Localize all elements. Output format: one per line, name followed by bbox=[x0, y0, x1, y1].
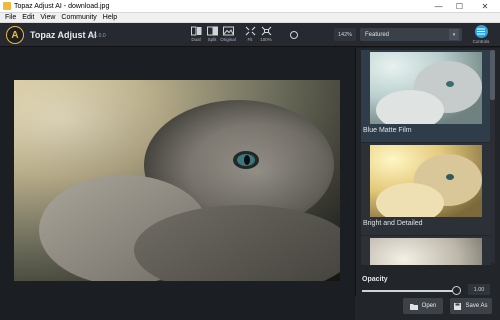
folder-icon bbox=[409, 303, 418, 310]
dual-view-icon bbox=[190, 26, 201, 36]
menu-edit[interactable]: Edit bbox=[19, 13, 37, 23]
window-title: Topaz Adjust AI - download.jpg bbox=[14, 2, 110, 10]
actual-size-button[interactable]: 100% bbox=[256, 25, 276, 45]
menu-community[interactable]: Community bbox=[58, 13, 99, 23]
open-button-label: Open bbox=[421, 303, 437, 309]
preset-category-value: Featured bbox=[365, 31, 390, 38]
cat-photo-image bbox=[14, 80, 340, 281]
controls-icon bbox=[474, 25, 488, 38]
controls-label: Controls bbox=[472, 39, 490, 44]
presets-list: Blue Matte Film Bright and Detailed bbox=[361, 50, 491, 265]
fit-label: Fit bbox=[247, 37, 253, 42]
scrollbar-thumb[interactable] bbox=[490, 50, 495, 100]
app-version: v1.0.0 bbox=[92, 33, 106, 39]
original-view-label: Original bbox=[220, 37, 236, 42]
app-name: Topaz Adjust AI bbox=[30, 30, 97, 40]
actual-size-icon bbox=[261, 26, 271, 36]
photo-preview[interactable] bbox=[14, 80, 340, 281]
preset-card[interactable] bbox=[361, 236, 491, 265]
preset-card[interactable]: Bright and Detailed bbox=[361, 143, 491, 235]
preset-thumbnail bbox=[370, 145, 482, 217]
preset-thumbnail bbox=[370, 52, 482, 124]
open-button[interactable]: Open bbox=[403, 298, 443, 314]
save-as-button-label: Save As bbox=[465, 303, 488, 309]
preset-name: Bright and Detailed bbox=[363, 220, 423, 227]
close-button[interactable]: ✕ bbox=[470, 0, 500, 13]
menu-file[interactable]: File bbox=[2, 13, 19, 23]
maximize-button[interactable]: ☐ bbox=[449, 0, 470, 13]
opacity-slider[interactable] bbox=[362, 290, 454, 292]
topaz-logo-icon: A bbox=[6, 26, 24, 44]
window-controls: — ☐ ✕ bbox=[428, 0, 500, 13]
presets-scrollbar[interactable] bbox=[490, 50, 495, 263]
preset-name: Blue Matte Film bbox=[363, 127, 412, 134]
zoom-slider-handle[interactable] bbox=[290, 31, 298, 39]
actual-size-label: 100% bbox=[260, 37, 272, 42]
app-window-icon bbox=[3, 2, 11, 10]
save-icon bbox=[454, 302, 462, 310]
fit-screen-icon bbox=[245, 26, 255, 36]
original-view-button[interactable]: Original bbox=[218, 25, 238, 45]
opacity-value-input[interactable]: 1.00 bbox=[468, 284, 490, 295]
opacity-label: Opacity bbox=[362, 276, 388, 283]
preset-category-dropdown[interactable]: Featured ▾ bbox=[360, 28, 462, 41]
menu-help[interactable]: Help bbox=[100, 13, 120, 23]
opacity-slider-handle[interactable] bbox=[452, 286, 461, 295]
split-view-label: Split bbox=[207, 37, 217, 42]
controls-button[interactable]: Controls bbox=[471, 24, 491, 46]
zoom-level[interactable]: 142% bbox=[334, 28, 356, 41]
window-title-bar: Topaz Adjust AI - download.jpg — ☐ ✕ bbox=[0, 0, 500, 13]
minimize-button[interactable]: — bbox=[428, 0, 449, 13]
save-as-button[interactable]: Save As bbox=[450, 298, 492, 314]
chevron-down-icon: ▾ bbox=[449, 29, 459, 40]
preset-card[interactable]: Blue Matte Film bbox=[361, 50, 491, 142]
original-image-icon bbox=[222, 26, 234, 36]
menu-view[interactable]: View bbox=[37, 13, 58, 23]
menu-bar: File Edit View Community Help bbox=[0, 13, 500, 23]
dual-view-label: Dual bbox=[191, 37, 201, 42]
split-view-icon bbox=[206, 26, 218, 36]
preset-thumbnail bbox=[370, 238, 482, 265]
